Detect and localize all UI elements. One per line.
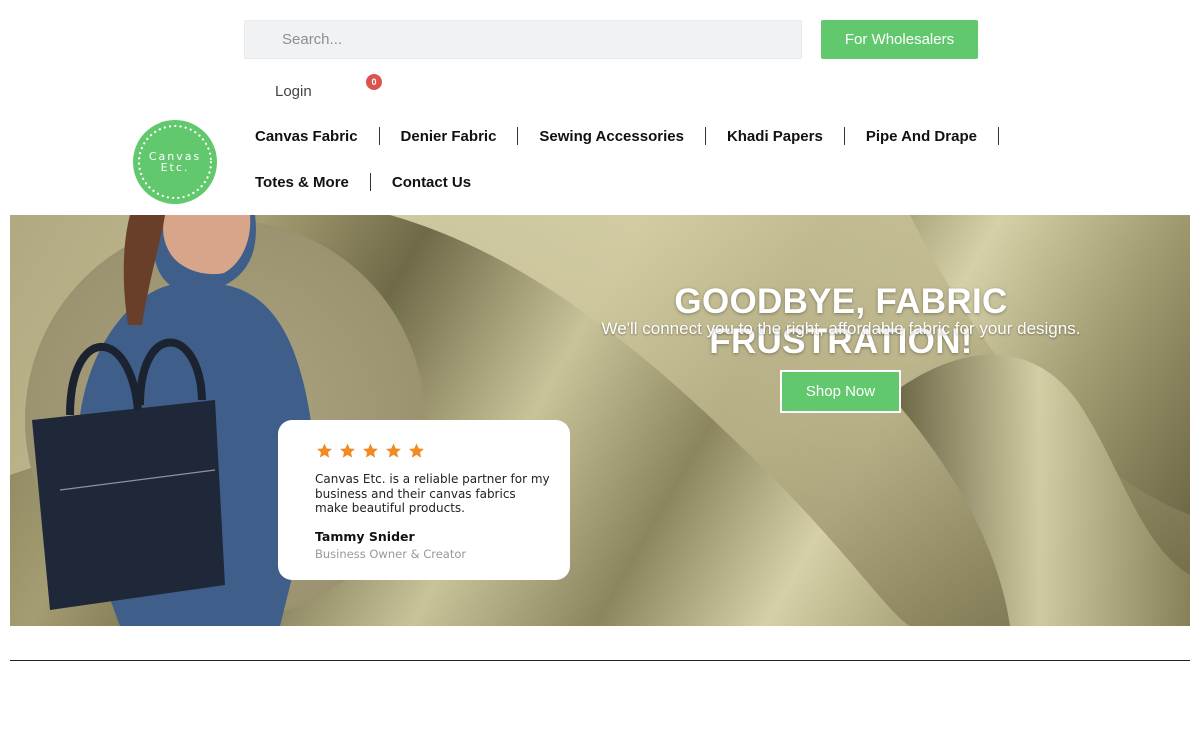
search-input[interactable]: [245, 21, 801, 58]
testimonial-text: Canvas Etc. is a reliable partner for my…: [315, 472, 550, 515]
nav-separator: [369, 173, 371, 191]
reviewer-name: Tammy Snider: [315, 528, 415, 544]
hero-banner: GOODBYE, FABRIC FRUSTRATION! We'll conne…: [10, 215, 1190, 626]
star-icon: [340, 443, 355, 458]
main-nav-row-2: Totes & More Contact Us: [255, 173, 471, 191]
nav-contact-us[interactable]: Contact Us: [392, 174, 471, 191]
hero-subtitle: We'll connect you to the right, affordab…: [601, 319, 1081, 338]
nav-separator: [517, 127, 519, 145]
nav-separator: [843, 127, 845, 145]
login-link[interactable]: Login: [275, 83, 312, 100]
nav-separator: [378, 127, 380, 145]
nav-canvas-fabric[interactable]: Canvas Fabric: [255, 128, 358, 145]
star-icon: [317, 443, 332, 458]
shop-now-button[interactable]: Shop Now: [780, 370, 901, 413]
cart-count-badge: 0: [366, 74, 382, 90]
main-nav-row-1: Canvas Fabric Denier Fabric Sewing Acces…: [255, 127, 1020, 145]
nav-khadi-papers[interactable]: Khadi Papers: [727, 128, 823, 145]
nav-pipe-and-drape[interactable]: Pipe And Drape: [866, 128, 977, 145]
star-icon: [363, 443, 378, 458]
site-logo[interactable]: Canvas Etc.: [133, 120, 217, 204]
star-icon: [409, 443, 424, 458]
nav-totes-and-more[interactable]: Totes & More: [255, 174, 349, 191]
star-icon: [386, 443, 401, 458]
for-wholesalers-button[interactable]: For Wholesalers: [821, 20, 978, 59]
nav-separator: [704, 127, 706, 145]
star-rating: [315, 442, 546, 460]
logo-text: Canvas Etc.: [148, 150, 202, 174]
cart-button[interactable]: 0: [335, 74, 385, 104]
search-box[interactable]: [244, 20, 802, 59]
reviewer-role: Business Owner & Creator: [315, 546, 467, 561]
hero-background-image: [10, 215, 1190, 626]
nav-sewing-accessories[interactable]: Sewing Accessories: [539, 128, 684, 145]
testimonial-card: Canvas Etc. is a reliable partner for my…: [278, 420, 570, 580]
nav-separator: [997, 127, 999, 145]
section-divider: [10, 660, 1190, 661]
nav-denier-fabric[interactable]: Denier Fabric: [401, 128, 497, 145]
